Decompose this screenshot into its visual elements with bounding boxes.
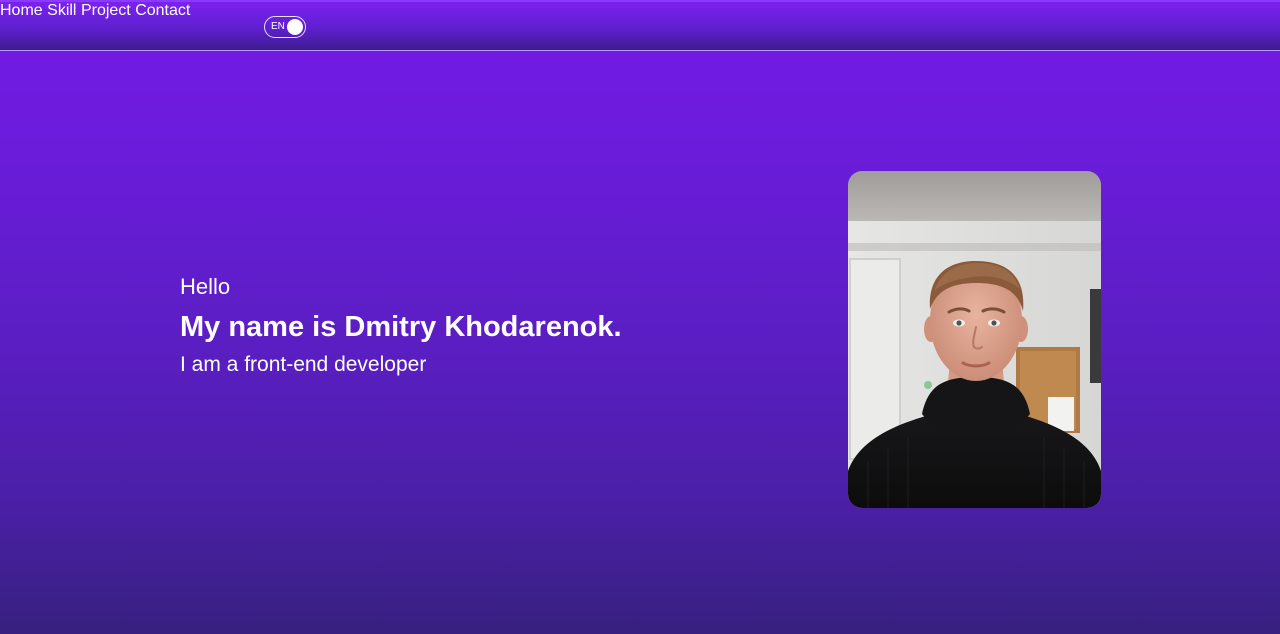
page: EN Home Skill Project Contact Hello My n… [0,0,1280,634]
language-toggle[interactable]: EN [264,16,306,38]
main-nav: Home Skill Project Contact [0,2,1280,20]
hero-greeting: Hello [180,274,231,299]
toggle-knob-icon [287,19,303,35]
nav-link-skill[interactable]: Skill [47,2,76,19]
hero-name-heading: My name is Dmitry Khodarenok. [180,311,622,343]
language-toggle-label: EN [271,21,285,32]
profile-photo [848,171,1101,508]
site-header: EN Home Skill Project Contact [0,0,1280,51]
hero-role-text: I am a front-end developer [180,353,427,376]
portrait-photo-icon [848,171,1101,508]
nav-link-contact[interactable]: Contact [135,2,190,19]
nav-link-home[interactable]: Home [0,2,43,19]
nav-link-project[interactable]: Project [81,2,131,19]
